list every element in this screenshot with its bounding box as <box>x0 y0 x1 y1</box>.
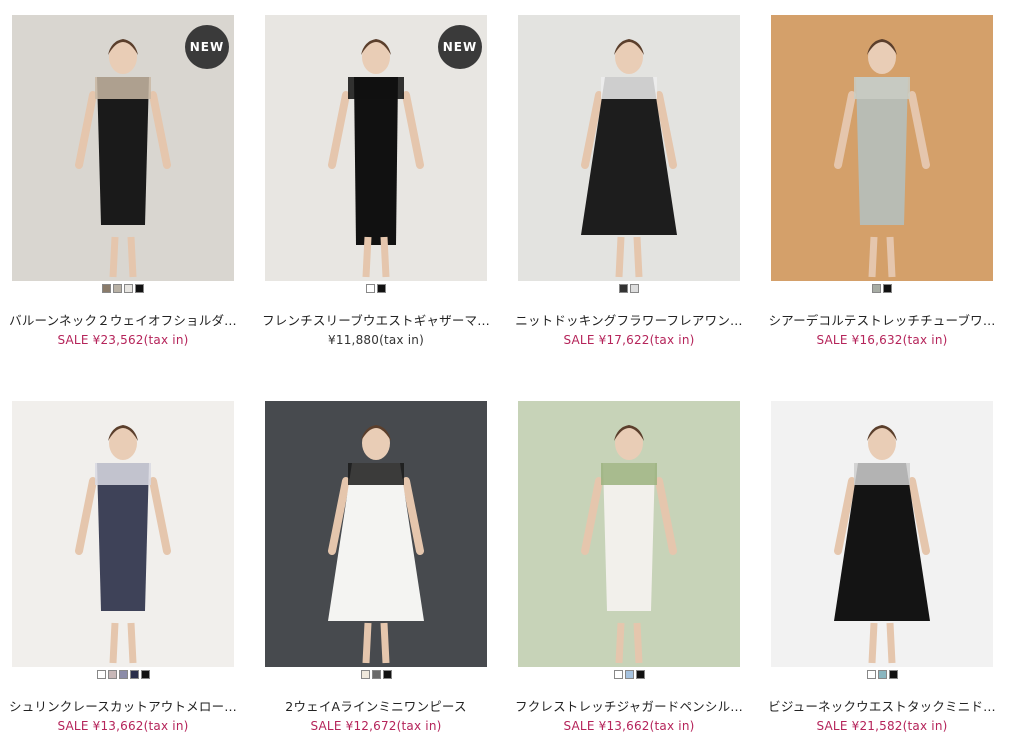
product-name[interactable]: 2ウェイAラインミニワンピース <box>251 696 501 715</box>
lace-cutout-dress-photo[interactable] <box>12 401 234 667</box>
color-swatches <box>12 670 234 682</box>
color-swatch[interactable] <box>366 284 375 293</box>
product-image <box>265 401 487 667</box>
product-name[interactable]: バルーンネック２ウェイオフショルダ… <box>0 310 248 329</box>
sale-price: SALE ¥13,662(tax in) <box>563 719 695 733</box>
balloon-offshoulder-photo[interactable]: NEW <box>12 15 234 281</box>
color-swatches <box>12 284 234 296</box>
product-card[interactable]: シュリンクレースカットアウトメロー… SALE ¥13,662(tax in) <box>9 401 237 733</box>
product-card[interactable]: NEW フレンチスリーブウエストギャザーマ… ¥11,880(tax in) <box>262 15 490 347</box>
color-swatch[interactable] <box>872 284 881 293</box>
product-price: ¥11,880(tax in) <box>328 333 424 347</box>
color-swatch[interactable] <box>624 670 634 679</box>
product-name[interactable]: ビジューネックウエストタックミニド… <box>757 696 1007 715</box>
color-swatch[interactable] <box>635 670 645 679</box>
color-swatches <box>771 284 993 296</box>
jacquard-pencil-dress-photo[interactable] <box>518 401 740 667</box>
color-swatch[interactable] <box>866 670 876 679</box>
color-swatch[interactable] <box>124 284 133 293</box>
color-swatch[interactable] <box>140 670 150 679</box>
color-swatch[interactable] <box>377 284 386 293</box>
color-swatch[interactable] <box>360 670 370 679</box>
product-name[interactable]: ニットドッキングフラワーフレアワン… <box>504 310 754 329</box>
sale-price: SALE ¥21,582(tax in) <box>816 719 948 733</box>
color-swatch[interactable] <box>619 284 628 293</box>
product-card[interactable]: ビジューネックウエストタックミニド… SALE ¥21,582(tax in) <box>768 401 996 733</box>
product-image <box>771 15 993 281</box>
sale-price: SALE ¥13,662(tax in) <box>57 719 189 733</box>
new-badge: NEW <box>185 25 229 69</box>
sale-price: SALE ¥16,632(tax in) <box>816 333 948 347</box>
product-name[interactable]: シュリンクレースカットアウトメロー… <box>0 696 248 715</box>
product-image <box>771 401 993 667</box>
a-line-mini-dress-photo[interactable] <box>265 401 487 667</box>
product-name[interactable]: フクレストレッチジャガードペンシル… <box>504 696 754 715</box>
french-sleeve-maxi-photo[interactable]: NEW <box>265 15 487 281</box>
color-swatch[interactable] <box>118 670 128 679</box>
color-swatch[interactable] <box>135 284 144 293</box>
color-swatch[interactable] <box>96 670 106 679</box>
color-swatch[interactable] <box>877 670 887 679</box>
product-name[interactable]: フレンチスリーブウエストギャザーマ… <box>251 310 501 329</box>
color-swatch[interactable] <box>630 284 639 293</box>
color-swatch[interactable] <box>883 284 892 293</box>
color-swatch[interactable] <box>888 670 898 679</box>
color-swatch[interactable] <box>613 670 623 679</box>
color-swatch[interactable] <box>113 284 122 293</box>
color-swatches <box>265 670 487 682</box>
product-card[interactable]: フクレストレッチジャガードペンシル… SALE ¥13,662(tax in) <box>515 401 743 733</box>
bijou-neck-mini-dress-photo[interactable] <box>771 401 993 667</box>
new-badge: NEW <box>438 25 482 69</box>
product-card[interactable]: シアーデコルテストレッチチューブワ… SALE ¥16,632(tax in) <box>768 15 995 347</box>
color-swatches <box>771 670 993 682</box>
color-swatch[interactable] <box>371 670 381 679</box>
color-swatches <box>518 284 740 296</box>
color-swatch[interactable] <box>107 670 117 679</box>
color-swatch[interactable] <box>129 670 139 679</box>
sale-price: SALE ¥23,562(tax in) <box>57 333 189 347</box>
sale-price: SALE ¥12,672(tax in) <box>310 719 442 733</box>
product-name[interactable]: シアーデコルテストレッチチューブワ… <box>757 310 1007 329</box>
product-image <box>12 401 234 667</box>
product-grid: NEW バルーンネック２ウェイオフショルダ… SALE ¥23,562(tax in… <box>0 0 1024 746</box>
color-swatch[interactable] <box>102 284 111 293</box>
product-card[interactable]: 2ウェイAラインミニワンピース SALE ¥12,672(tax in) <box>265 401 487 733</box>
sale-price: SALE ¥17,622(tax in) <box>563 333 695 347</box>
product-card[interactable]: NEW バルーンネック２ウェイオフショルダ… SALE ¥23,562(tax in… <box>9 15 237 347</box>
product-image <box>518 15 740 281</box>
product-image <box>518 401 740 667</box>
flower-flare-dress-photo[interactable] <box>518 15 740 281</box>
color-swatch[interactable] <box>382 670 392 679</box>
color-swatches <box>265 284 487 296</box>
product-card[interactable]: ニットドッキングフラワーフレアワン… SALE ¥17,622(tax in) <box>515 15 743 347</box>
color-swatches <box>518 670 740 682</box>
sheer-tube-dress-photo[interactable] <box>771 15 993 281</box>
